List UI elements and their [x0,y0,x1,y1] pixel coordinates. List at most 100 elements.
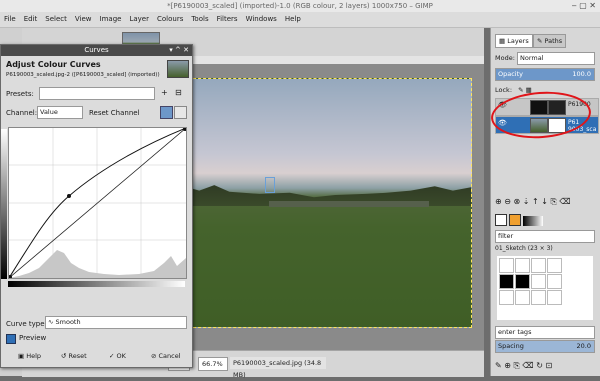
smooth-curve-icon: ∿ [48,318,56,326]
ok-label: OK [116,352,126,360]
curves-dialog-title-bar[interactable]: Curves ▾ ^ ✕ [1,45,192,56]
spacing-value: 20.0 [576,342,591,350]
filter-row: filter [495,230,595,243]
curves-dialog-title: Curves [84,46,109,54]
spacing-slider[interactable]: Spacing 20.0 [495,340,595,353]
menu-select[interactable]: Select [41,12,71,27]
lock-pixels-icon[interactable]: ✎ [518,86,523,94]
image-canvas[interactable] [168,78,472,328]
menu-file[interactable]: File [0,12,20,27]
fg-color-swatch[interactable] [495,214,507,226]
menu-bar: File Edit Select View Image Layer Colours Tools… [0,12,600,28]
gradient-swatch[interactable] [523,216,544,226]
help-button[interactable]: ▣ Help [18,351,41,362]
help-label: Help [26,352,42,360]
fence [269,201,429,207]
spacing-row: Spacing 20.0 [495,340,595,353]
cancel-label: Cancel [158,352,181,360]
brush-preset[interactable] [531,290,546,305]
zoom-select[interactable]: 66.7% [198,357,228,371]
brush-grid[interactable] [497,256,593,320]
channel-dropdown[interactable]: Value [37,106,83,119]
tab-paths[interactable]: ✎ Paths [533,34,567,48]
ok-button[interactable]: ✓ OK [109,351,126,362]
reset-channel-button[interactable]: Reset Channel [89,109,140,117]
linear-histogram-icon[interactable] [160,106,173,119]
opacity-row: Opacity 100.0 [495,68,595,81]
dialog-controls[interactable]: ▾ ^ ✕ [169,45,189,56]
mode-label: Mode: [495,54,515,62]
menu-view[interactable]: View [71,12,96,27]
check-icon: ✓ [109,352,117,360]
menu-help[interactable]: Help [281,12,305,27]
tab-layers[interactable]: ▦ Layers [495,34,533,48]
curve-type-value: Smooth [55,318,81,326]
spacing-label: Spacing [498,342,524,350]
brush-preset[interactable] [499,274,514,289]
curve-control-point[interactable] [67,194,71,198]
window-title-bar: *[P6190003_scaled] (imported)-1.0 (RGB c… [0,0,600,12]
bg-color-swatch[interactable] [509,214,522,226]
log-histogram-icon[interactable] [174,106,187,119]
tags-row: enter tags [495,326,595,339]
status-filename: P6190003_scaled.jpg (34.8 MB) [230,357,326,379]
reset-icon: ↺ [61,352,69,360]
preview-label: Preview [19,334,47,342]
curve-type-label: Curve type: [6,320,47,328]
brush-color-row [495,214,595,226]
histogram [9,250,186,278]
layer-preview-thumbnail [167,60,189,78]
menu-layer[interactable]: Layer [125,12,153,27]
preset-menu-icon[interactable]: ⊟ [175,88,182,97]
brush-preset[interactable] [547,290,562,305]
opacity-value: 100.0 [572,70,591,78]
output-gradient-bar [1,129,7,279]
preview-checkbox[interactable] [6,334,16,344]
channel-label: Channel: [6,109,38,117]
opacity-slider[interactable]: Opacity 100.0 [495,68,595,81]
menu-edit[interactable]: Edit [20,12,42,27]
layers-icon: ▦ [499,37,508,45]
brush-preset[interactable] [499,258,514,273]
curves-graph[interactable] [8,127,187,279]
menu-colours[interactable]: Colours [153,12,187,27]
add-preset-icon[interactable]: + [161,88,168,97]
brush-actions[interactable]: ✎ ⊕ ⎘ ⌫ ↻ ⊡ [495,360,595,372]
brush-name: 01_Sketch (23 × 3) [495,245,553,252]
presets-dropdown[interactable] [39,87,155,100]
input-gradient-bar [8,281,185,287]
menu-tools[interactable]: Tools [187,12,212,27]
window-controls[interactable]: ‒ ▢ ✕ [572,0,596,12]
curves-graph-svg[interactable] [8,127,187,279]
paths-icon: ✎ [537,37,545,45]
help-icon: ▣ [18,352,27,360]
lock-label: Lock: [495,86,513,94]
layer-actions[interactable]: ⊕ ⊖ ⊗ ⇣ ↑ ↓ ⎘ ⌫ [495,196,595,208]
opacity-label: Opacity [498,70,524,78]
brush-preset[interactable] [515,290,530,305]
presets-label: Presets: [6,90,34,98]
cancel-button[interactable]: ⊘ Cancel [151,351,181,362]
brush-preset[interactable] [515,258,530,273]
brush-preset[interactable] [515,274,530,289]
brush-preset[interactable] [531,258,546,273]
brush-preset[interactable] [531,274,546,289]
reset-label: Reset [68,352,87,360]
menu-filters[interactable]: Filters [213,12,242,27]
goal-post [265,177,275,193]
window-title: *[P6190003_scaled] (imported)-1.0 (RGB c… [167,2,433,10]
curve-type-dropdown[interactable]: ∿ Smooth [45,316,187,329]
filter-input[interactable]: filter [495,230,595,243]
curves-heading: Adjust Colour Curves [6,60,101,69]
reset-button[interactable]: ↺ Reset [61,351,87,362]
cancel-icon: ⊘ [151,352,159,360]
menu-windows[interactable]: Windows [242,12,281,27]
menu-image[interactable]: Image [96,12,126,27]
tags-input[interactable]: enter tags [495,326,595,339]
brush-preset[interactable] [499,290,514,305]
tab-paths-label: Paths [544,37,563,45]
mode-select[interactable]: Normal [517,52,595,65]
brush-preset[interactable] [547,258,562,273]
curves-dialog: Curves ▾ ^ ✕ Adjust Colour Curves P61900… [0,44,193,368]
brush-preset[interactable] [547,274,562,289]
